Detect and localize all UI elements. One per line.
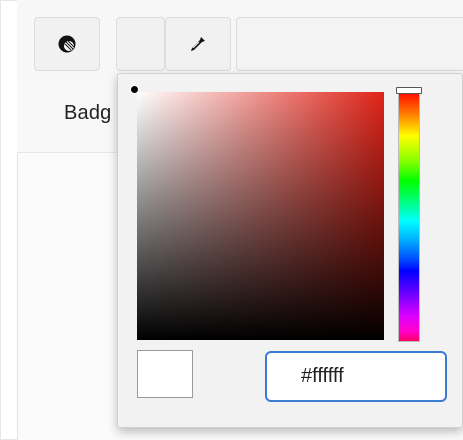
saturation-value-area[interactable] (137, 92, 384, 340)
badge-label: Badg (64, 102, 112, 124)
hue-slider[interactable] (398, 90, 420, 342)
blank-toolbar-button[interactable] (116, 17, 165, 71)
hue-slider-handle[interactable] (396, 87, 422, 94)
toolbar-field[interactable] (236, 17, 463, 71)
color-preview-swatch (137, 350, 193, 398)
color-cursor[interactable] (130, 85, 139, 94)
eyedropper-button[interactable] (165, 17, 231, 71)
toolbar (17, 0, 463, 81)
hex-color-input[interactable] (265, 351, 447, 402)
fill-color-button[interactable] (34, 17, 100, 71)
